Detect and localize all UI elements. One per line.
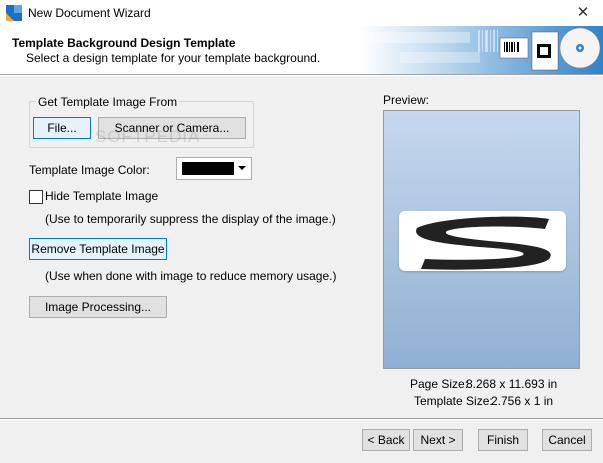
finish-button[interactable]: Finish <box>478 429 528 451</box>
window-title: New Document Wizard <box>28 6 151 20</box>
wizard-header: Template Background Design Template Sele… <box>0 26 603 74</box>
template-image-preview <box>399 211 566 271</box>
close-icon: ✕ <box>576 4 590 21</box>
image-processing-button[interactable]: Image Processing... <box>29 296 167 318</box>
remove-template-image-button[interactable]: Remove Template Image <box>29 238 167 260</box>
file-button[interactable]: File... <box>33 117 91 139</box>
header-separator <box>0 74 603 76</box>
template-image-color-label: Template Image Color: <box>29 163 150 177</box>
preview-pane <box>383 110 580 369</box>
color-swatch <box>182 162 234 175</box>
preview-label: Preview: <box>383 93 430 107</box>
scanner-camera-button[interactable]: Scanner or Camera... <box>98 117 246 139</box>
template-source-group-label: Get Template Image From <box>36 95 180 109</box>
header-banner-art <box>360 26 603 74</box>
template-size-label: Template Size: <box>414 394 493 408</box>
header-title: Template Background Design Template <box>12 36 236 50</box>
remove-template-note: (Use when done with image to reduce memo… <box>45 269 337 283</box>
title-bar: New Document Wizard ✕ <box>0 0 603 26</box>
footer-separator <box>0 418 603 420</box>
close-button[interactable]: ✕ <box>563 0 603 26</box>
next-button[interactable]: Next > <box>413 429 463 451</box>
hide-template-note: (Use to temporarily suppress the display… <box>45 212 336 226</box>
hide-template-image-label: Hide Template Image <box>45 189 159 203</box>
hide-template-image-checkbox[interactable] <box>29 190 43 204</box>
template-size-value: 2.756 x 1 in <box>491 394 554 408</box>
s-logo-icon <box>416 216 551 270</box>
dropdown-arrow-icon <box>238 166 246 170</box>
cancel-button[interactable]: Cancel <box>542 429 592 451</box>
template-image-color-dropdown[interactable] <box>176 157 252 180</box>
page-size-value: 8.268 x 11.693 in <box>466 377 558 391</box>
app-icon <box>6 5 22 21</box>
back-button[interactable]: < Back <box>362 429 410 451</box>
header-subtitle: Select a design template for your templa… <box>26 51 321 65</box>
page-size-label: Page Size: <box>410 377 469 391</box>
